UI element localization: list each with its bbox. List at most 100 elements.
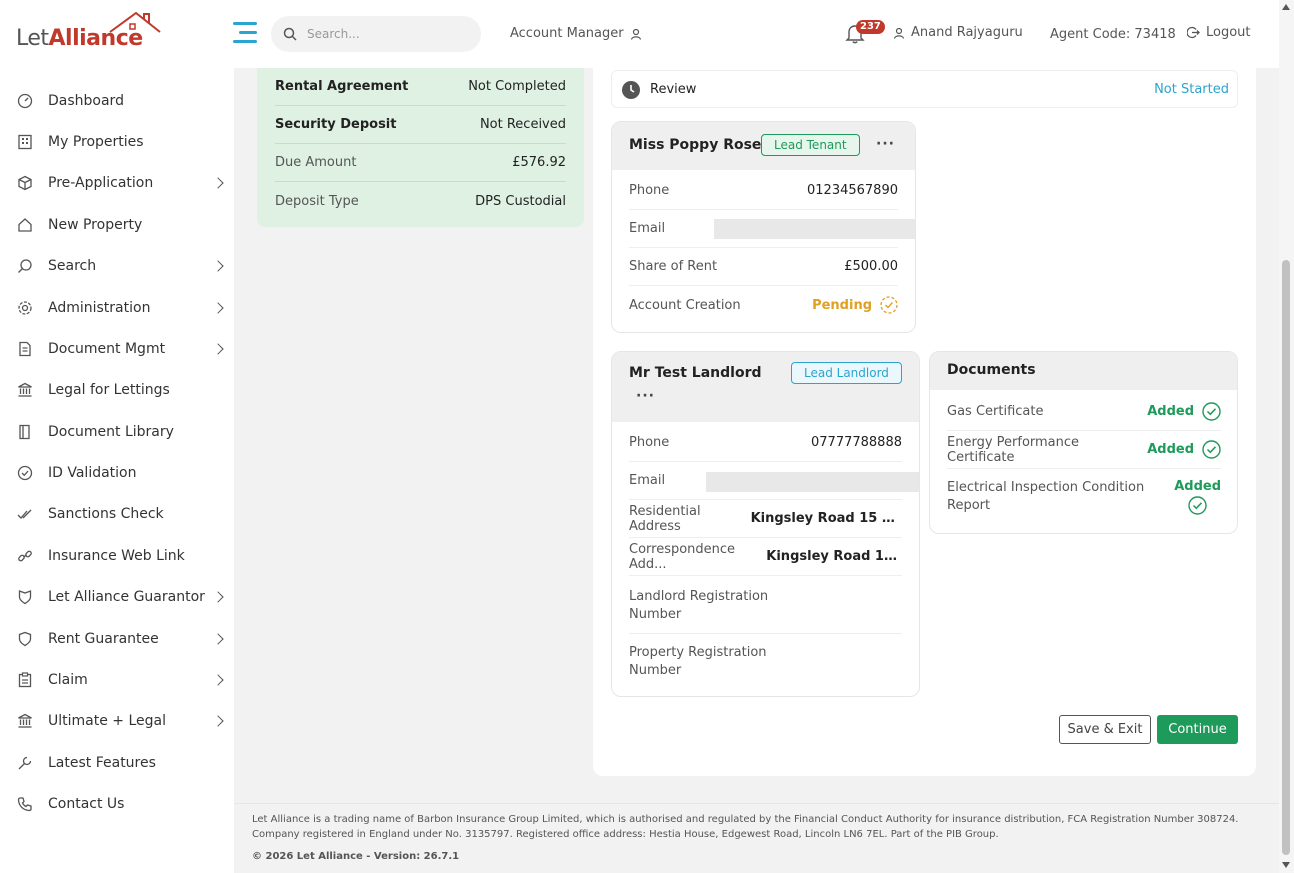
sidebar-item-label: Search [48, 258, 97, 274]
logout-button[interactable]: Logout [1187, 25, 1251, 40]
sidebar-item-label: Rent Guarantee [48, 631, 159, 647]
property-registration-row: Property Registration Number [629, 645, 767, 678]
sidebar-item-administration[interactable]: Administration [0, 291, 234, 325]
sidebar-item-new-property[interactable]: New Property [0, 208, 234, 242]
sidebar-item-document-library[interactable]: Document Library [0, 415, 234, 449]
page-scrollbar[interactable] [1279, 0, 1294, 873]
link-icon [18, 550, 32, 562]
scroll-up-arrow-icon[interactable] [1282, 4, 1290, 10]
continue-button[interactable]: Continue [1157, 715, 1238, 744]
lead-tenant-tag: Lead Tenant [761, 134, 860, 156]
chevron-right-icon [212, 343, 224, 355]
correspondence-address-row: Correspondence Add... Kingsley Road 15 .… [629, 538, 902, 576]
search-icon [18, 259, 32, 273]
chevron-right-icon [212, 260, 224, 272]
residential-address-row: Residential Address Kingsley Road 15 Li.… [629, 500, 902, 538]
double-check-icon [17, 509, 32, 519]
sidebar-item-label: Let Alliance Guarantor [48, 589, 205, 605]
check-circle-icon [1202, 440, 1221, 459]
user-menu[interactable]: Anand Rajyaguru [893, 25, 1023, 40]
review-status: Not Started [1154, 81, 1229, 97]
shield-icon [18, 590, 32, 605]
sidebar-item-insurance-web-link[interactable]: Insurance Web Link [0, 539, 234, 573]
sidebar-item-label: Document Library [48, 424, 174, 440]
landlord-email-value [706, 472, 919, 492]
review-title: Review [650, 81, 697, 97]
user-icon [893, 27, 905, 39]
landlord-name: Mr Test Landlord [629, 365, 762, 381]
sidebar-item-dashboard[interactable]: Dashboard [0, 84, 234, 118]
footer: Let Alliance is a trading name of Barbon… [234, 803, 1279, 873]
sidebar-item-search[interactable]: Search [0, 249, 234, 283]
rental-agreement-row: Rental Agreement Not Completed [275, 68, 566, 106]
account-manager-link[interactable]: Account Manager [510, 26, 642, 41]
sidebar-item-contact-us[interactable]: Contact Us [0, 787, 234, 821]
chevron-right-icon [212, 633, 224, 645]
sidebar-item-let-alliance-guarantor[interactable]: Let Alliance Guarantor [0, 580, 234, 614]
top-header: LetAlliance Account Manager 237 Anand Ra… [0, 0, 1279, 68]
sidebar-nav: Dashboard My Properties Pre-Application New… [0, 68, 234, 873]
sidebar-item-pre-application[interactable]: Pre-Application [0, 166, 234, 200]
shield-outline-icon [18, 631, 32, 647]
tenant-more-icon[interactable]: ··· [876, 136, 895, 152]
let-alliance-logo[interactable]: LetAlliance [16, 10, 161, 54]
review-step-row[interactable]: Review Not Started [611, 70, 1238, 108]
search-input[interactable] [307, 27, 457, 41]
sidebar-item-claim[interactable]: Claim [0, 663, 234, 697]
gas-certificate-row: Gas Certificate Added [947, 393, 1221, 431]
menu-toggle-icon[interactable] [233, 22, 257, 44]
documents-card: Documents Gas Certificate Added Energy P… [929, 351, 1238, 534]
security-deposit-row: Security Deposit Not Received [275, 106, 566, 144]
sidebar-item-label: Claim [48, 672, 88, 688]
save-exit-button[interactable]: Save & Exit [1059, 715, 1151, 744]
chevron-right-icon [212, 715, 224, 727]
clipboard-icon [18, 672, 32, 688]
book-icon [19, 424, 30, 440]
sidebar-item-latest-features[interactable]: Latest Features [0, 746, 234, 780]
deposit-type-row: Deposit Type DPS Custodial [275, 193, 566, 209]
due-amount-row: Due Amount £576.92 [275, 144, 566, 182]
sidebar-item-rent-guarantee[interactable]: Rent Guarantee [0, 622, 234, 656]
search-box[interactable] [271, 16, 481, 52]
sidebar-item-ultimate-legal[interactable]: Ultimate + Legal [0, 704, 234, 738]
sidebar-item-document-mgmt[interactable]: Document Mgmt [0, 332, 234, 366]
eicr-row: Electrical Inspection Condition Report A… [947, 479, 1221, 515]
wrench-icon [18, 756, 32, 770]
chevron-right-icon [212, 177, 224, 189]
check-circle-icon [1188, 496, 1207, 515]
sidebar-item-label: Dashboard [48, 93, 124, 109]
sidebar-item-label: Latest Features [48, 755, 156, 771]
building-icon [18, 134, 32, 150]
share-of-rent-row: Share of Rent £500.00 [629, 248, 898, 286]
sidebar-item-my-properties[interactable]: My Properties [0, 125, 234, 159]
bank-icon [18, 382, 32, 397]
landlord-more-icon[interactable]: ··· [636, 388, 655, 404]
tenant-phone-row: Phone 01234567890 [629, 172, 898, 210]
notification-badge: 237 [856, 20, 885, 34]
epc-row: Energy Performance Certificate Added [947, 431, 1221, 469]
chevron-right-icon [212, 674, 224, 686]
sidebar-item-label: Insurance Web Link [48, 548, 185, 564]
check-circle-icon [1202, 402, 1221, 421]
chevron-right-icon [212, 591, 224, 603]
footer-legal-text: Let Alliance is a trading name of Barbon… [252, 814, 1239, 840]
logout-icon [1187, 26, 1200, 39]
scroll-thumb[interactable] [1282, 260, 1290, 855]
account-status: Pending [812, 297, 872, 313]
sidebar-item-label: My Properties [48, 134, 144, 150]
sidebar-item-label: ID Validation [48, 465, 137, 481]
sidebar-item-legal-for-lettings[interactable]: Legal for Lettings [0, 373, 234, 407]
home-icon [18, 218, 32, 232]
sidebar-item-label: Legal for Lettings [48, 382, 170, 398]
sidebar-item-label: Document Mgmt [48, 341, 166, 357]
documents-title: Documents [947, 362, 1036, 378]
sidebar-item-label: Administration [48, 300, 151, 316]
sidebar-item-sanctions-check[interactable]: Sanctions Check [0, 497, 234, 531]
search-icon [283, 27, 297, 41]
footer-version: © 2026 Let Alliance - Version: 26.7.1 [252, 851, 460, 862]
phone-icon [17, 797, 32, 812]
sidebar-item-id-validation[interactable]: ID Validation [0, 456, 234, 490]
sidebar-item-label: Sanctions Check [48, 506, 164, 522]
landlord-card: Mr Test Landlord Lead Landlord ··· Phone… [611, 351, 920, 697]
scroll-down-arrow-icon[interactable] [1282, 862, 1290, 868]
